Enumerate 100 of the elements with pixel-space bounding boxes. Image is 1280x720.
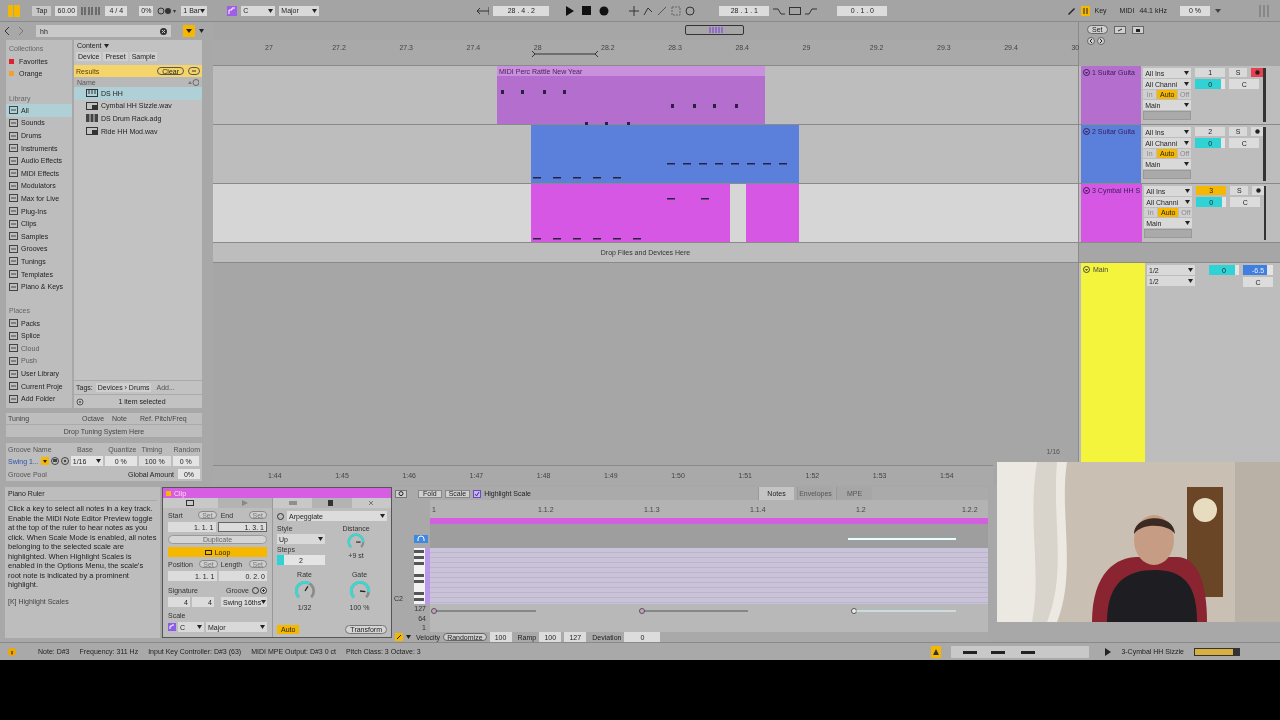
piano-keys-drawing[interactable]: [414, 548, 430, 604]
category-icon: [9, 219, 18, 228]
clip[interactable]: [531, 184, 799, 242]
caret-icon: [1184, 103, 1190, 107]
power-icon[interactable]: [277, 512, 284, 520]
caret-icon: [1184, 82, 1190, 86]
nudge-icon[interactable]: [81, 6, 102, 15]
loop-brace-icon: [531, 50, 599, 58]
caret-icon: [1185, 200, 1191, 204]
category-icon: [9, 331, 18, 340]
scale-icon[interactable]: [227, 5, 238, 16]
clip-tab-icon[interactable]: [186, 500, 195, 506]
follow-icon[interactable]: [477, 6, 490, 15]
forward-icon[interactable]: [1097, 37, 1105, 45]
hot-swap-icon[interactable]: [40, 457, 49, 465]
time-selection: [730, 184, 746, 242]
category-icon: [9, 356, 18, 365]
clip[interactable]: [531, 125, 799, 183]
clip-activator-icon[interactable]: [166, 490, 171, 496]
sort-icon: [187, 78, 199, 86]
commit-icon[interactable]: [260, 587, 267, 594]
close-icon[interactable]: [368, 500, 375, 506]
rack-icon: [86, 114, 98, 123]
record-arm-icon: [1254, 129, 1260, 134]
pencil-icon[interactable]: [395, 633, 403, 641]
filter-icon[interactable]: [183, 25, 195, 37]
caret-icon: [260, 625, 265, 629]
loop-icon[interactable]: [685, 5, 696, 16]
lock-icon[interactable]: [1131, 25, 1144, 34]
category-icon: [9, 118, 18, 127]
clear-icon[interactable]: [160, 27, 167, 35]
category-icon: [9, 131, 18, 140]
empty-slot-field[interactable]: [1144, 229, 1193, 238]
info-icon[interactable]: [8, 647, 16, 656]
category-icon: [9, 382, 18, 391]
arm-button[interactable]: [1251, 127, 1264, 136]
headphones-icon[interactable]: [414, 535, 428, 543]
capture-icon[interactable]: [657, 5, 668, 16]
category-icon: [9, 181, 18, 190]
caret-icon: [1184, 141, 1190, 145]
back-icon[interactable]: [1087, 37, 1095, 45]
category-icon: [9, 319, 18, 328]
fold-icon[interactable]: [1083, 266, 1090, 273]
caret-icon: [1188, 268, 1193, 272]
highlight-scale-checkbox[interactable]: [473, 489, 482, 498]
play-icon[interactable]: [565, 5, 575, 16]
arm-button[interactable]: [1252, 186, 1265, 195]
category-icon: [9, 194, 18, 203]
play-icon[interactable]: [1105, 647, 1112, 656]
caret-icon: [197, 625, 202, 629]
audio-file-icon: [86, 101, 98, 110]
loop-switch-icon[interactable]: [789, 5, 802, 16]
caret-icon: [1185, 189, 1191, 193]
search-icon[interactable]: [395, 489, 407, 498]
category-icon: [9, 244, 18, 253]
category-icon: [9, 144, 18, 153]
options-icon[interactable]: [188, 67, 200, 75]
scale-icon[interactable]: [168, 623, 176, 631]
warning-icon[interactable]: [931, 645, 942, 658]
audio-file-icon: [86, 127, 98, 136]
metronome-icon[interactable]: [157, 6, 178, 15]
category-icon: [9, 106, 18, 115]
empty-slot-field[interactable]: [1143, 111, 1192, 120]
caret-icon: [380, 514, 385, 518]
caret-icon: [199, 29, 204, 33]
caret-icon: [1188, 279, 1193, 283]
caret-icon: [95, 459, 101, 463]
caret-icon: [200, 8, 206, 13]
level-meter: [1263, 127, 1266, 181]
category-icon: [9, 156, 18, 165]
caret-icon: [1184, 130, 1190, 134]
device-icon: [86, 89, 98, 98]
punch-out-icon[interactable]: [805, 5, 818, 16]
expand-icon[interactable]: [1113, 25, 1126, 34]
automation-icon[interactable]: [643, 5, 654, 16]
category-icon: [9, 344, 18, 353]
fold-icon[interactable]: [1083, 128, 1090, 135]
category-icon: [9, 282, 18, 291]
category-icon: [9, 232, 18, 241]
loop-icon: [204, 549, 212, 555]
check-icon: [474, 490, 481, 497]
pencil-icon[interactable]: [1066, 6, 1076, 15]
empty-slot-field[interactable]: [1143, 170, 1192, 179]
category-icon: [9, 257, 18, 266]
fold-icon[interactable]: [1083, 69, 1090, 76]
save-icon[interactable]: [50, 457, 59, 465]
level-meter: [1263, 68, 1266, 122]
back-icon[interactable]: [4, 27, 10, 35]
overview-handle[interactable]: [685, 25, 744, 35]
category-icon: [9, 270, 18, 279]
record-icon[interactable]: [599, 5, 610, 16]
settings-icon[interactable]: [76, 397, 84, 406]
level-meter: [1194, 647, 1240, 656]
fold-icon[interactable]: [1083, 187, 1090, 194]
device-tab-icon[interactable]: [328, 500, 336, 506]
extract-icon[interactable]: [60, 457, 69, 465]
punch-in-icon[interactable]: [773, 5, 786, 16]
stop-icon[interactable]: [582, 6, 592, 15]
overdub-icon[interactable]: [629, 5, 640, 16]
caret-icon: [1185, 221, 1191, 225]
